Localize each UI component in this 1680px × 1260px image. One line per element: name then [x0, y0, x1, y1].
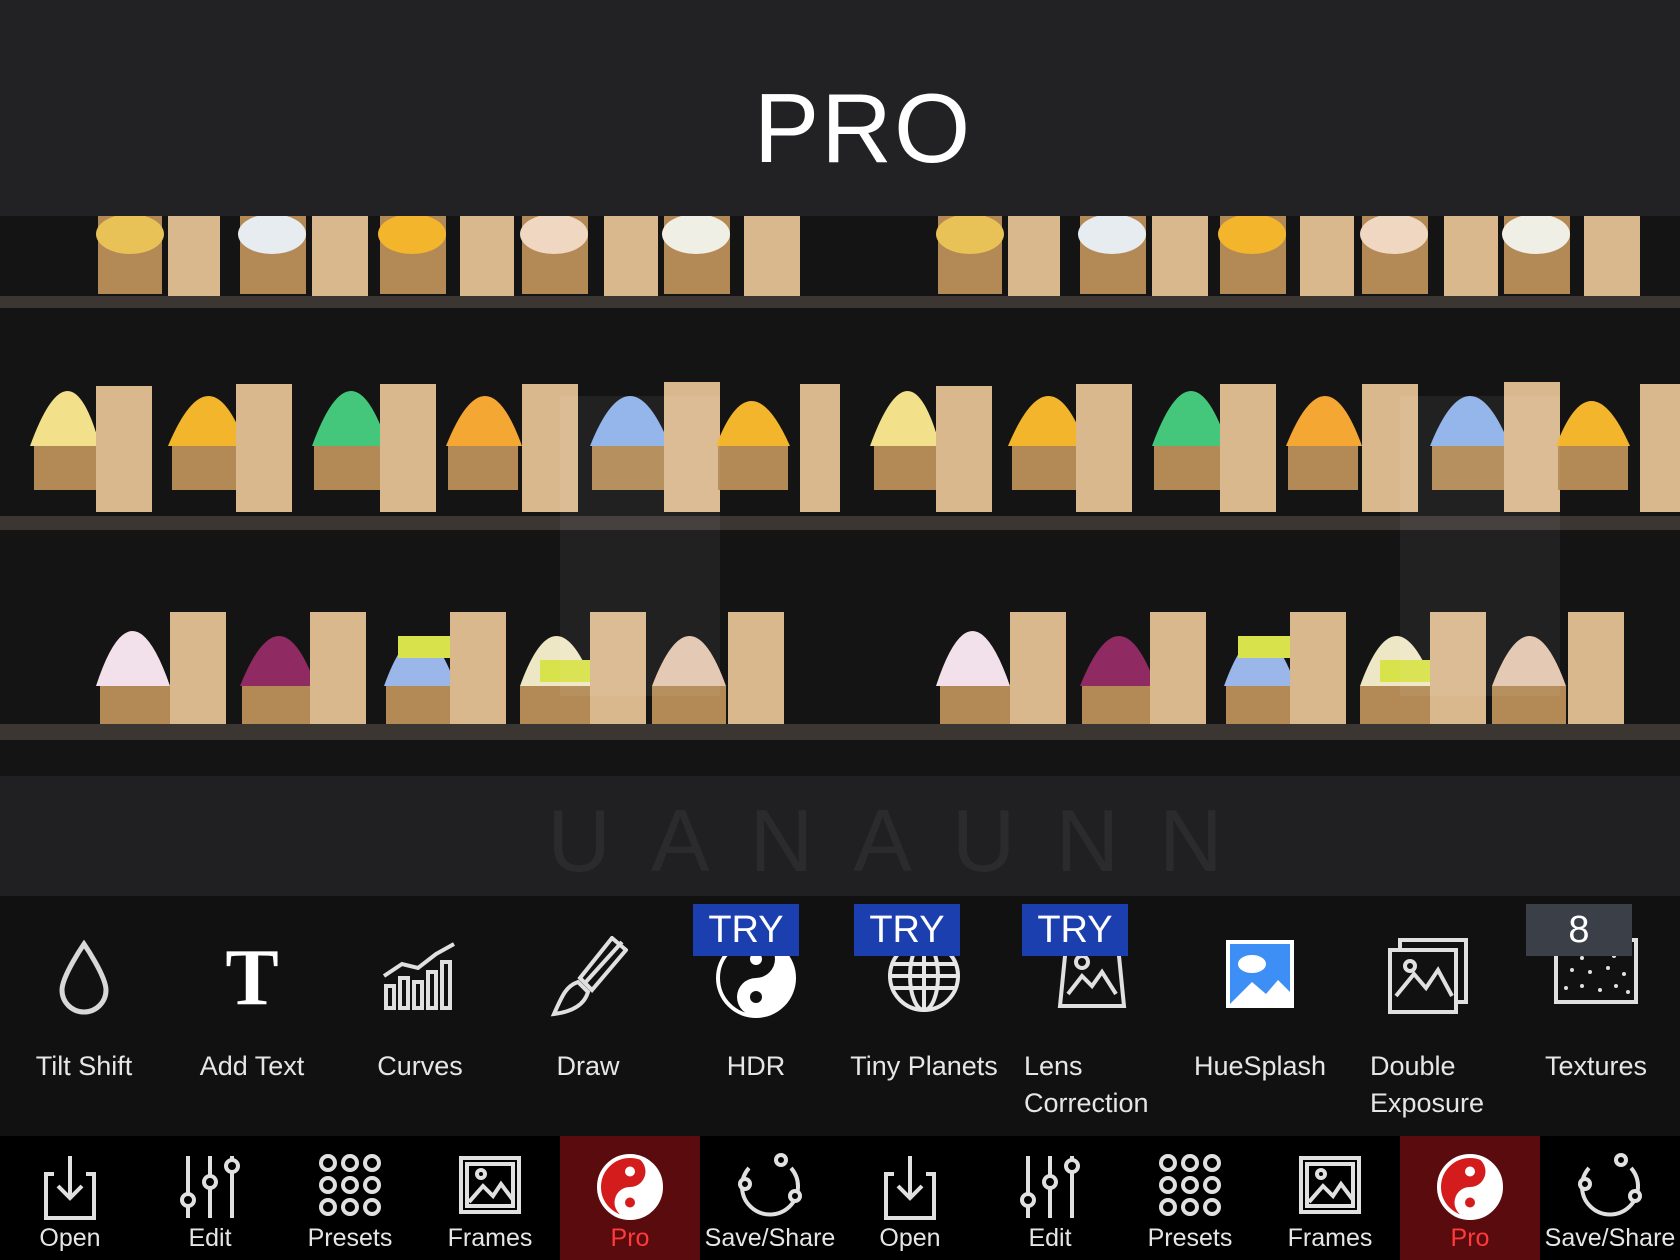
- tool-lens-correction[interactable]: TRY Lens Correction: [1008, 896, 1176, 1136]
- try-badge: TRY: [1022, 904, 1128, 956]
- try-badge: TRY: [693, 904, 799, 956]
- ice-cream-photo: [0, 216, 840, 776]
- nav-label: Edit: [188, 1224, 232, 1252]
- nav-pro[interactable]: Pro: [560, 1136, 700, 1260]
- picture-icon: [1176, 936, 1344, 1016]
- tool-label: Curves: [377, 1051, 463, 1081]
- tool-label: Add Text: [199, 1051, 305, 1081]
- curves-icon: [336, 936, 504, 1016]
- yin-yang-icon: [1400, 1152, 1540, 1222]
- nav-edit[interactable]: Edit: [980, 1136, 1120, 1260]
- photo-preview[interactable]: [0, 216, 1680, 776]
- svg-text:T: T: [225, 936, 278, 1016]
- frame-icon: [1260, 1152, 1400, 1222]
- nav-save-share[interactable]: Save/Share: [700, 1136, 840, 1260]
- frame-icon: [420, 1152, 560, 1222]
- tool-add-text[interactable]: T Add Text: [168, 896, 336, 1136]
- download-tray-icon: [0, 1152, 140, 1222]
- nav-label: Pro: [610, 1224, 650, 1252]
- double-photo-icon: [1344, 936, 1512, 1016]
- tool-label: Textures: [1544, 1051, 1648, 1081]
- photo-pane-left: [0, 216, 840, 776]
- nav-presets[interactable]: Presets: [280, 1136, 420, 1260]
- tool-double-exposure[interactable]: Double Exposure: [1344, 896, 1512, 1136]
- tool-label: HueSplash: [1193, 1051, 1327, 1081]
- nav-open[interactable]: Open: [0, 1136, 140, 1260]
- ice-cream-photo: [840, 216, 1680, 776]
- tool-label: Double Exposure: [1370, 1051, 1485, 1118]
- text-icon: T: [168, 936, 336, 1016]
- tool-textures[interactable]: 8 Textures: [1512, 896, 1680, 1136]
- header: PRO: [0, 0, 1680, 216]
- tool-huesplash[interactable]: HueSplash: [1176, 896, 1344, 1136]
- bottom-nav: Open Edit Presets Frames Pro Save/Share …: [0, 1136, 1680, 1260]
- tool-label: Draw: [556, 1051, 620, 1081]
- brush-icon: [504, 936, 672, 1017]
- nav-pro[interactable]: Pro: [1400, 1136, 1540, 1260]
- nav-save-share[interactable]: Save/Share: [1540, 1136, 1680, 1260]
- share-circle-icon: [1540, 1152, 1680, 1222]
- page-title: PRO: [753, 73, 973, 183]
- tool-hdr[interactable]: TRY HDR: [672, 896, 840, 1136]
- nav-frames[interactable]: Frames: [1260, 1136, 1400, 1260]
- tool-label: Tilt Shift: [35, 1051, 133, 1081]
- nav-label: Presets: [1147, 1224, 1233, 1252]
- nav-label: Save/Share: [704, 1224, 836, 1252]
- nav-label: Pro: [1450, 1224, 1490, 1252]
- nav-label: Edit: [1028, 1224, 1072, 1252]
- yin-yang-icon: [560, 1152, 700, 1222]
- dots-grid-icon: [1120, 1152, 1260, 1222]
- tool-tiny-planets[interactable]: TRY Tiny Planets: [840, 896, 1008, 1136]
- sliders-icon: [980, 1152, 1120, 1222]
- sliders-icon: [140, 1152, 280, 1222]
- tool-tilt-shift[interactable]: Tilt Shift: [0, 896, 168, 1136]
- nav-label: Open: [39, 1224, 101, 1252]
- tool-label: HDR: [726, 1051, 786, 1081]
- droplet-icon: [0, 936, 168, 1016]
- watermark-text: UANAUNN: [547, 791, 1263, 890]
- nav-edit[interactable]: Edit: [140, 1136, 280, 1260]
- nav-label: Save/Share: [1544, 1224, 1676, 1252]
- pro-tools-strip: Tilt Shift T Add Text Curves Draw TRY HD…: [0, 896, 1680, 1136]
- try-badge: TRY: [854, 904, 960, 956]
- nav-presets[interactable]: Presets: [1120, 1136, 1260, 1260]
- nav-open[interactable]: Open: [840, 1136, 980, 1260]
- count-badge: 8: [1526, 904, 1632, 956]
- nav-label: Frames: [1287, 1224, 1373, 1252]
- tool-draw[interactable]: Draw: [504, 896, 672, 1136]
- download-tray-icon: [840, 1152, 980, 1222]
- photo-pane-right: [840, 216, 1680, 776]
- nav-label: Presets: [307, 1224, 393, 1252]
- dots-grid-icon: [280, 1152, 420, 1222]
- tool-label: Lens Correction: [1024, 1051, 1149, 1118]
- nav-frames[interactable]: Frames: [420, 1136, 560, 1260]
- nav-label: Frames: [447, 1224, 533, 1252]
- share-circle-icon: [700, 1152, 840, 1222]
- tool-label: Tiny Planets: [850, 1051, 998, 1081]
- nav-label: Open: [879, 1224, 941, 1252]
- tool-curves[interactable]: Curves: [336, 896, 504, 1136]
